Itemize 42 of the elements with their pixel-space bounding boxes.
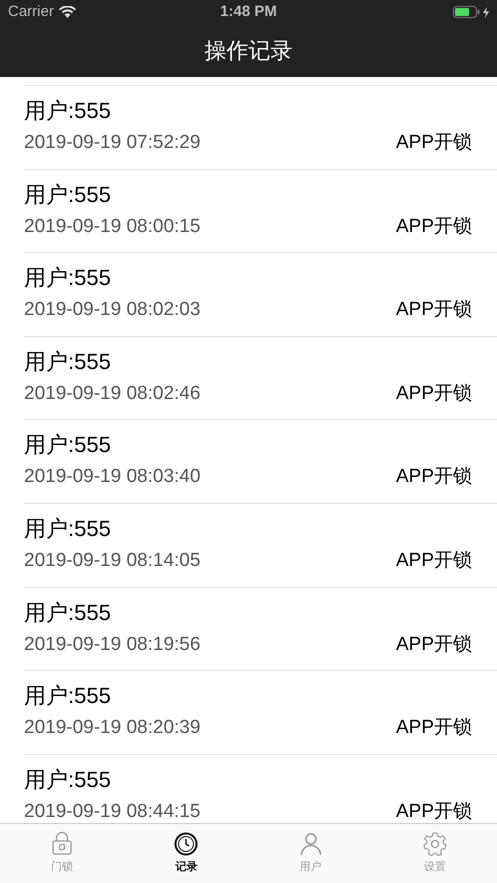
clock-time: 1:48 PM xyxy=(220,2,277,22)
record-row[interactable]: 用户:555 2019-09-19 08:02:46 APP开锁 xyxy=(24,336,497,420)
action-label: APP开锁 xyxy=(396,382,472,406)
record-row[interactable]: 用户:555 2019-09-19 08:20:39 APP开锁 xyxy=(24,671,497,755)
record-time: 2019-09-19 08:02:03 xyxy=(24,298,200,322)
settings-icon xyxy=(422,831,448,858)
user-label: 用户:555 xyxy=(24,431,112,460)
record-time: 2019-09-19 08:00:15 xyxy=(24,214,200,239)
record-row[interactable]: 用户:555 2019-09-19 08:03:40 APP开锁 xyxy=(24,420,497,504)
record-time: 2019-09-19 08:20:39 xyxy=(24,716,200,740)
record-time: 2019-09-19 08:02:46 xyxy=(24,382,200,406)
record-row[interactable]: 用户:555 2019-09-19 07:52:29 APP开锁 xyxy=(24,86,497,170)
record-time: 2019-09-19 08:19:56 xyxy=(24,632,200,657)
wifi-icon xyxy=(58,6,76,18)
record-time: 2019-09-19 07:52:29 xyxy=(24,131,200,156)
user-label: 用户:555 xyxy=(24,682,112,710)
carrier-text: Carrier xyxy=(8,2,54,22)
action-label: APP开锁 xyxy=(396,214,472,239)
clock-icon xyxy=(173,831,200,858)
record-row[interactable]: 用户:555 2019-09-19 08:14:05 APP开锁 xyxy=(24,504,497,588)
user-label: 用户:555 xyxy=(24,180,112,209)
page-title: 操作记录 xyxy=(204,37,292,65)
user-label: 用户:555 xyxy=(24,598,112,627)
user-label: 用户:555 xyxy=(24,348,112,376)
action-label: APP开锁 xyxy=(396,465,472,490)
tab-item[interactable]: 记录 xyxy=(124,824,248,883)
user-label: 用户:555 xyxy=(24,264,112,292)
record-time: 2019-09-19 08:44:15 xyxy=(24,800,200,823)
user-label: 用户:555 xyxy=(24,766,112,794)
user-label: 用户:555 xyxy=(24,97,112,126)
action-label: APP开锁 xyxy=(396,800,472,823)
user-label: 用户:555 xyxy=(24,515,112,544)
action-label: APP开锁 xyxy=(396,632,472,657)
record-row[interactable]: 用户:555 2019-09-19 08:00:15 APP开锁 xyxy=(24,170,497,254)
action-label: APP开锁 xyxy=(396,131,472,156)
record-row[interactable]: 用户:555 2019-09-19 08:19:56 APP开锁 xyxy=(24,588,497,672)
action-label: APP开锁 xyxy=(396,716,472,740)
action-label: APP开锁 xyxy=(396,549,472,574)
record-time: 2019-09-19 08:03:40 xyxy=(24,465,200,490)
action-label: APP开锁 xyxy=(396,298,472,322)
record-time: 2019-09-19 08:14:05 xyxy=(24,549,200,574)
record-row[interactable]: 用户:555 2019-09-19 08:02:03 APP开锁 xyxy=(24,253,497,337)
